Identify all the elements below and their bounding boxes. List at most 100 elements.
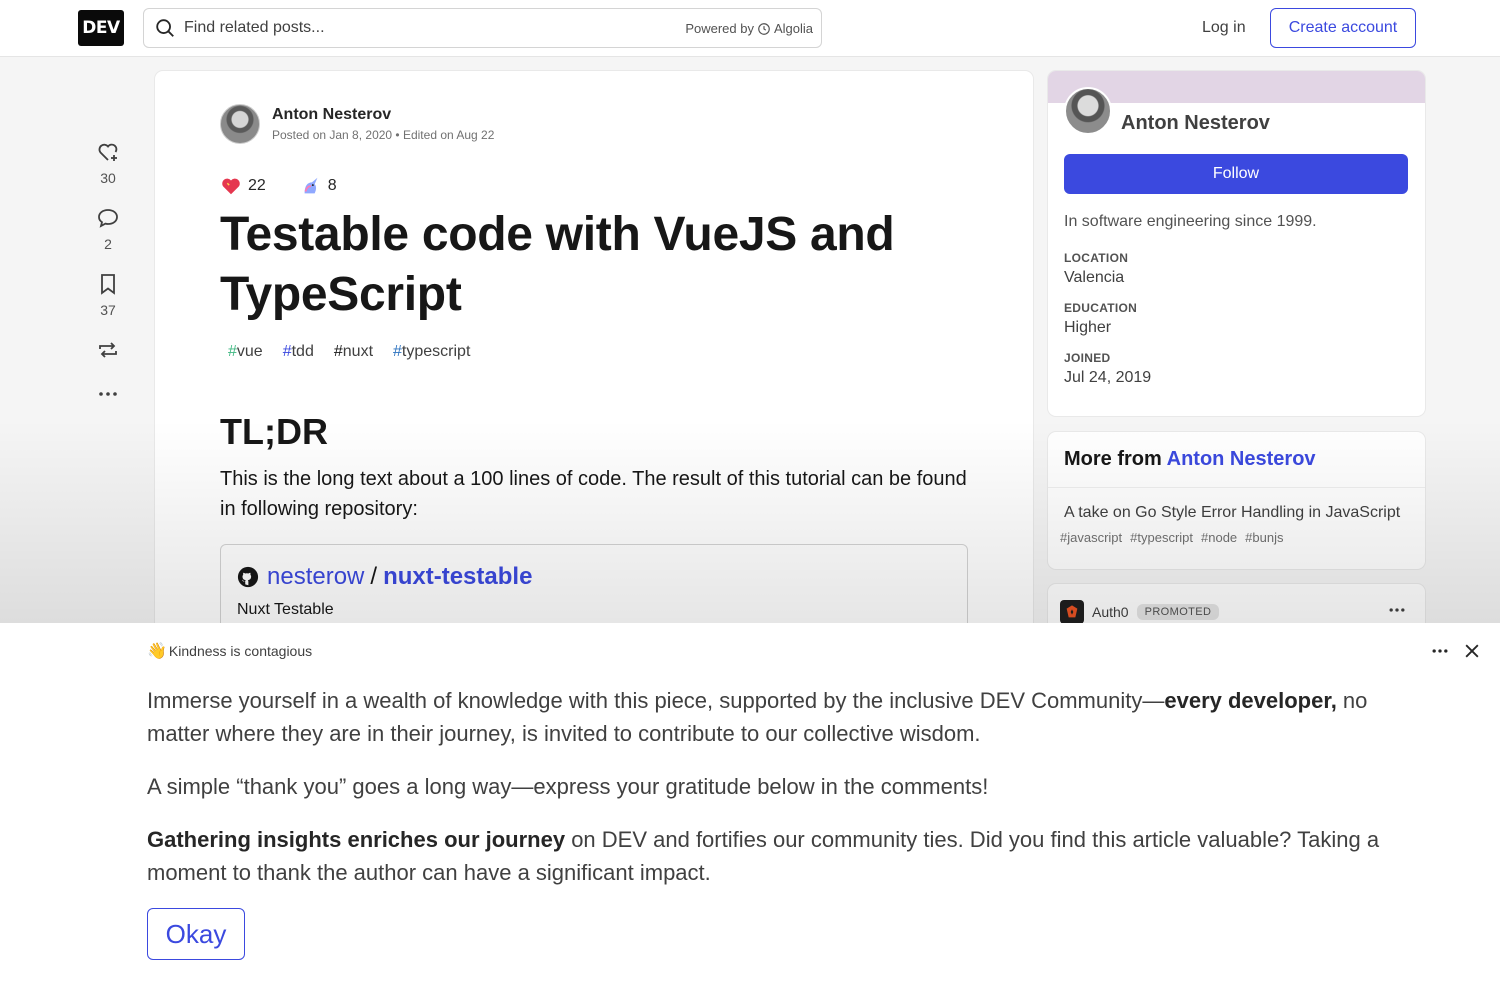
tag-label: tdd — [291, 343, 314, 360]
like-count: 30 — [100, 170, 116, 186]
tag-vue[interactable]: #vue — [220, 339, 271, 365]
profile-bio: In software engineering since 1999. — [1064, 213, 1317, 230]
section-heading: TL;DR — [220, 411, 328, 452]
tag-hash: # — [282, 343, 292, 360]
author-profile-card: Anton Nesterov Follow In software engine… — [1048, 71, 1425, 416]
article-paragraph: This is the long text about a 100 lines … — [220, 468, 967, 520]
tag-hash: # — [228, 343, 237, 360]
fact-value: Valencia — [1064, 269, 1125, 286]
post-tag[interactable]: #typescript — [1130, 530, 1193, 545]
fact-joined: JOINED Jul 24, 2019 — [1064, 351, 1151, 387]
ellipsis-icon — [99, 392, 117, 396]
tag-label: nuxt — [342, 343, 374, 360]
heart-reaction: 22 — [220, 175, 266, 197]
fact-key: JOINED — [1064, 351, 1111, 365]
post-date: Posted on Jan 8, 2020 • Edited on Aug 22 — [272, 128, 495, 142]
banner-p1-bold: every developer, — [1164, 688, 1337, 713]
profile-facts: LOCATION Valencia EDUCATION Higher JOINE… — [1064, 251, 1151, 401]
site-header: DEV Powered by Algolia Log in Create acc… — [0, 0, 1500, 57]
banner-paragraph-1: Immerse yourself in a wealth of knowledg… — [147, 684, 1427, 750]
tag-label: typescript — [401, 343, 471, 360]
ellipsis-icon — [1389, 608, 1405, 612]
banner-p3-bold: Gathering insights enriches our journey — [147, 827, 566, 852]
repo-separator: / — [370, 563, 378, 590]
tag-hash: # — [393, 343, 402, 360]
follow-button[interactable]: Follow — [1064, 154, 1408, 194]
more-from-post-title[interactable]: A take on Go Style Error Handling in Jav… — [1064, 504, 1409, 522]
fact-education: EDUCATION Higher — [1064, 301, 1151, 337]
promo-header: Auth0 PROMOTED — [1060, 600, 1220, 624]
fact-key: LOCATION — [1064, 251, 1129, 265]
banner-close-button[interactable] — [1462, 641, 1482, 666]
search-icon — [156, 19, 174, 37]
unicorn-reaction: 8 — [300, 175, 337, 197]
algolia-attribution[interactable]: Powered by Algolia — [685, 21, 813, 36]
bookmark-button[interactable]: 37 — [80, 272, 136, 318]
more-from-author-card: More from Anton Nesterov A take on Go St… — [1048, 432, 1425, 569]
tag-tdd[interactable]: #tdd — [275, 339, 322, 365]
promo-org-name[interactable]: Auth0 — [1092, 604, 1129, 620]
banner-p1-text: Immerse yourself in a wealth of knowledg… — [147, 688, 1165, 713]
tag-hash: # — [333, 343, 343, 360]
author-byline: Anton Nesterov Posted on Jan 8, 2020 • E… — [220, 104, 494, 144]
more-options-button[interactable] — [80, 382, 136, 406]
reaction-summary: 22 8 — [220, 175, 371, 197]
ellipsis-icon — [1432, 649, 1448, 653]
unicorn-count: 8 — [327, 177, 337, 194]
algolia-label: Algolia — [773, 21, 813, 36]
search-input[interactable] — [184, 19, 664, 37]
article-title: Testable code with VueJS and TypeScript — [220, 208, 895, 321]
like-button[interactable]: 30 — [80, 140, 136, 186]
promo-menu-button[interactable] — [1387, 600, 1407, 625]
banner-heading-text: Kindness is contagious — [168, 643, 313, 659]
bookmark-icon — [101, 274, 115, 295]
author-avatar[interactable] — [220, 104, 260, 144]
repo-description: Nuxt Testable — [237, 601, 334, 618]
more-from-post-tags: #javascript #typescript #node #bunjs — [1060, 530, 1409, 545]
banner-heading: 👋 Kindness is contagious — [147, 641, 312, 661]
promoted-badge: PROMOTED — [1136, 604, 1220, 620]
close-icon — [1465, 644, 1479, 658]
okay-button[interactable]: Okay — [147, 908, 245, 960]
fact-value: Jul 24, 2019 — [1064, 369, 1152, 386]
repo-owner-link[interactable]: nesterow — [267, 563, 364, 591]
search-bar[interactable]: Powered by Algolia — [143, 8, 822, 48]
repo-name-link[interactable]: nuxt-testable — [383, 563, 532, 591]
dev-logo[interactable]: DEV — [78, 10, 124, 46]
kindness-banner: 👋 Kindness is contagious Immerse yoursel… — [0, 623, 1500, 1000]
fact-location: LOCATION Valencia — [1064, 251, 1151, 287]
more-from-post[interactable]: A take on Go Style Error Handling in Jav… — [1048, 488, 1425, 545]
tag-label: vue — [236, 343, 263, 360]
create-account-button[interactable]: Create account — [1270, 8, 1416, 48]
fact-value: Higher — [1064, 319, 1112, 336]
auth0-logo-icon[interactable] — [1060, 600, 1084, 624]
banner-menu-button[interactable] — [1430, 641, 1450, 666]
profile-avatar[interactable] — [1064, 87, 1112, 135]
banner-paragraph-2: A simple “thank you” goes a long way—exp… — [147, 774, 989, 799]
comment-button[interactable]: 2 — [80, 206, 136, 252]
tag-list: #vue #tdd #nuxt #typescript — [220, 339, 478, 365]
fact-key: EDUCATION — [1064, 301, 1138, 315]
more-from-author-link[interactable]: Anton Nesterov — [1167, 448, 1316, 470]
tag-nuxt[interactable]: #nuxt — [326, 339, 381, 365]
powered-by-label: Powered by — [685, 21, 754, 36]
tag-typescript[interactable]: #typescript — [385, 339, 478, 365]
bookmark-count: 37 — [100, 302, 116, 318]
post-tag[interactable]: #node — [1201, 530, 1237, 545]
more-from-heading: More from Anton Nesterov — [1048, 432, 1425, 488]
author-name[interactable]: Anton Nesterov — [272, 106, 494, 124]
algolia-icon — [758, 22, 770, 35]
login-link[interactable]: Log in — [1190, 9, 1258, 47]
reaction-rail: 30 2 37 — [80, 140, 136, 426]
repost-icon — [99, 342, 117, 358]
heart-plus-icon — [98, 143, 118, 161]
post-tag[interactable]: #bunjs — [1245, 530, 1283, 545]
more-from-label: More from — [1064, 448, 1162, 470]
banner-paragraph-3: Gathering insights enriches our journey … — [147, 823, 1427, 889]
github-icon — [237, 566, 259, 588]
profile-name[interactable]: Anton Nesterov — [1121, 112, 1270, 135]
comment-count: 2 — [104, 236, 112, 252]
unicorn-emoji-icon — [304, 177, 318, 194]
share-button[interactable] — [80, 338, 136, 362]
post-tag[interactable]: #javascript — [1060, 530, 1122, 545]
